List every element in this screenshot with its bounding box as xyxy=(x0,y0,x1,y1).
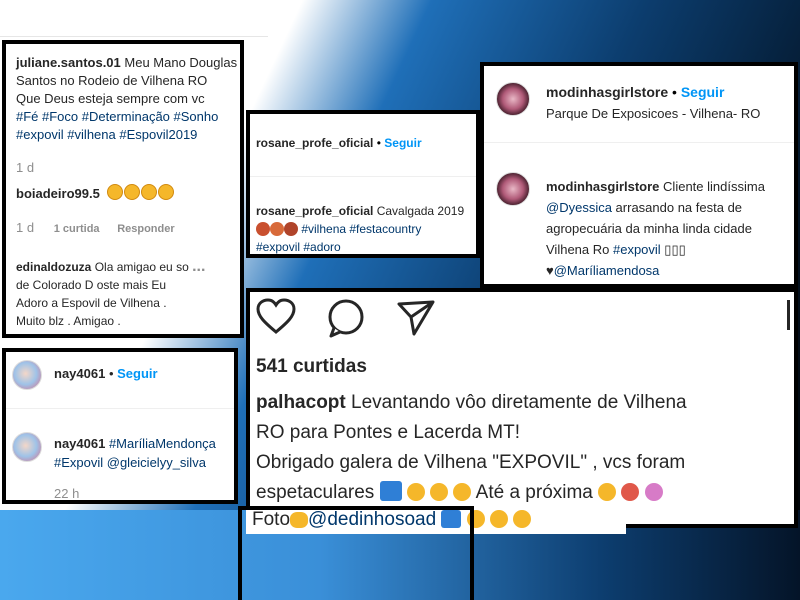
post-panel-modinhas: modinhasgirlstore • Seguir Parque De Exp… xyxy=(480,62,798,288)
comment-text: de Colorado D oste mais Eu xyxy=(16,278,167,292)
emoji-group xyxy=(256,222,301,236)
hashtags[interactable]: #expovil #adoro xyxy=(256,240,341,254)
reply-button[interactable]: Responder xyxy=(117,223,174,235)
caption-modinhas: modinhasgirlstore Cliente lindíssima @Dy… xyxy=(546,176,794,281)
caption-nay: nay4061 #MaríliaMendonça #Expovil @gleic… xyxy=(54,434,216,472)
post-time: 22 h xyxy=(54,486,80,501)
caption-text: Até a próxima xyxy=(475,482,593,503)
comment-text: Santos no Rodeio de Vilhena RO xyxy=(16,73,208,88)
comment-text: Meu Mano Douglas xyxy=(124,55,238,70)
empty-frame xyxy=(238,506,474,600)
caption-rosane: rosane_profe_oficial Cavalgada 2019 #vil… xyxy=(256,202,476,254)
mention[interactable]: @Dyessica xyxy=(546,200,612,215)
comment-boiadeiro: boiadeiro99.5 xyxy=(16,184,175,201)
post-username[interactable]: palhacopt xyxy=(256,392,346,413)
caption-text: RO para Pontes e Lacerda MT! xyxy=(256,422,521,443)
caption-text: espetaculares xyxy=(256,482,375,503)
hashtags[interactable]: #MaríliaMendonça xyxy=(109,436,216,451)
caption-text: Obrigado galera de Vilhena "EXPOVIL" , v… xyxy=(256,452,686,473)
comment-text: ▯▯▯ xyxy=(660,242,686,257)
avatar[interactable] xyxy=(496,172,530,206)
post-username[interactable]: modinhasgirlstore xyxy=(546,84,668,100)
comment-username[interactable]: nay4061 xyxy=(54,436,105,451)
comment-actions: 1 d 1 curtida Responder xyxy=(16,220,175,235)
heart-emoji: ♥ xyxy=(546,263,554,278)
clap-emojis xyxy=(107,184,175,201)
follow-button[interactable]: Seguir xyxy=(384,136,421,150)
post-header: modinhasgirlstore • Seguir xyxy=(546,84,725,100)
top-emoji xyxy=(379,481,402,501)
comment-username[interactable]: rosane_profe_oficial xyxy=(256,204,373,218)
comment-likes[interactable]: 1 curtida xyxy=(54,223,100,235)
hashtags[interactable]: #vilhena #festacountry xyxy=(301,222,421,236)
comment-text: Ola amigao eu so xyxy=(94,260,189,274)
clap-emojis xyxy=(406,482,476,503)
comment-text: agropecuária da minha linda cidade xyxy=(546,221,752,236)
comment-username[interactable]: edinaldozuza xyxy=(16,260,91,274)
follow-button[interactable]: Seguir xyxy=(117,366,157,381)
comment-text: Adoro a Espovil de Vilhena . xyxy=(16,296,167,310)
top-white-strip xyxy=(0,0,268,37)
comment-username[interactable]: juliane.santos.01 xyxy=(16,55,121,70)
post-panel-nay: nay4061 • Seguir nay4061 #MaríliaMendonç… xyxy=(2,348,238,504)
comment-time: 1 d xyxy=(16,160,35,175)
post-panel-rosane: rosane_profe_oficial • Seguir rosane_pro… xyxy=(246,110,480,258)
bookmark-icon-partial[interactable] xyxy=(787,300,794,330)
comment-text: Que Deus esteja sempre com vc xyxy=(16,91,205,106)
hashtags[interactable]: #expovil #vilhena #Espovil2019 xyxy=(16,127,197,142)
mention[interactable]: @Maríliamendosa xyxy=(554,263,660,278)
comment-text: Vilhena Ro xyxy=(546,242,613,257)
hashtags[interactable]: #Fé #Foco #Determinação #Sonho xyxy=(16,109,218,124)
avatar[interactable] xyxy=(12,432,42,462)
emoji-group xyxy=(598,482,663,503)
likes-count[interactable]: 541 curtidas xyxy=(256,356,367,378)
comment-text: Cliente lindíssima xyxy=(663,179,765,194)
caption-text: Levantando vôo diretamente de Vilhena xyxy=(351,392,687,413)
post-header: nay4061 • Seguir xyxy=(54,366,158,381)
comment-text: Cavalgada 2019 xyxy=(376,204,465,218)
comment-edinaldo: edinaldozuza Ola amigao eu so ... de Col… xyxy=(16,258,240,330)
clap-emojis xyxy=(466,509,532,530)
post-caption: palhacopt Levantando vôo diretamente de … xyxy=(256,388,794,508)
comments-panel-juliane: juliane.santos.01 Meu Mano Douglas Santo… xyxy=(2,40,244,338)
comment-text: arrasando na festa de xyxy=(611,200,743,215)
post-username[interactable]: nay4061 xyxy=(54,366,105,381)
comment-username[interactable]: boiadeiro99.5 xyxy=(16,186,100,201)
hashtags[interactable]: #Expovil @gleicielyy_silva xyxy=(54,455,206,470)
avatar[interactable] xyxy=(12,360,42,390)
comment-juliane: juliane.santos.01 Meu Mano Douglas Santo… xyxy=(16,54,240,144)
post-header: rosane_profe_oficial • Seguir xyxy=(256,136,422,150)
comment-time: 1 d xyxy=(16,220,35,235)
share-icon[interactable] xyxy=(396,298,436,338)
avatar[interactable] xyxy=(496,82,530,116)
comment-username[interactable]: modinhasgirlstore xyxy=(546,179,659,194)
post-location[interactable]: Parque De Exposicoes - Vilhena- RO xyxy=(546,106,760,121)
comment-icon[interactable] xyxy=(326,298,366,338)
comment-text: Muito blz . Amigao . xyxy=(16,314,121,328)
post-panel-palhacopt: 541 curtidas palhacopt Levantando vôo di… xyxy=(246,288,798,528)
hashtags[interactable]: #expovil xyxy=(613,242,661,257)
heart-icon[interactable] xyxy=(256,298,296,336)
follow-button[interactable]: Seguir xyxy=(681,84,725,100)
post-username[interactable]: rosane_profe_oficial xyxy=(256,136,373,150)
more-options-icon[interactable]: ... xyxy=(192,258,205,275)
